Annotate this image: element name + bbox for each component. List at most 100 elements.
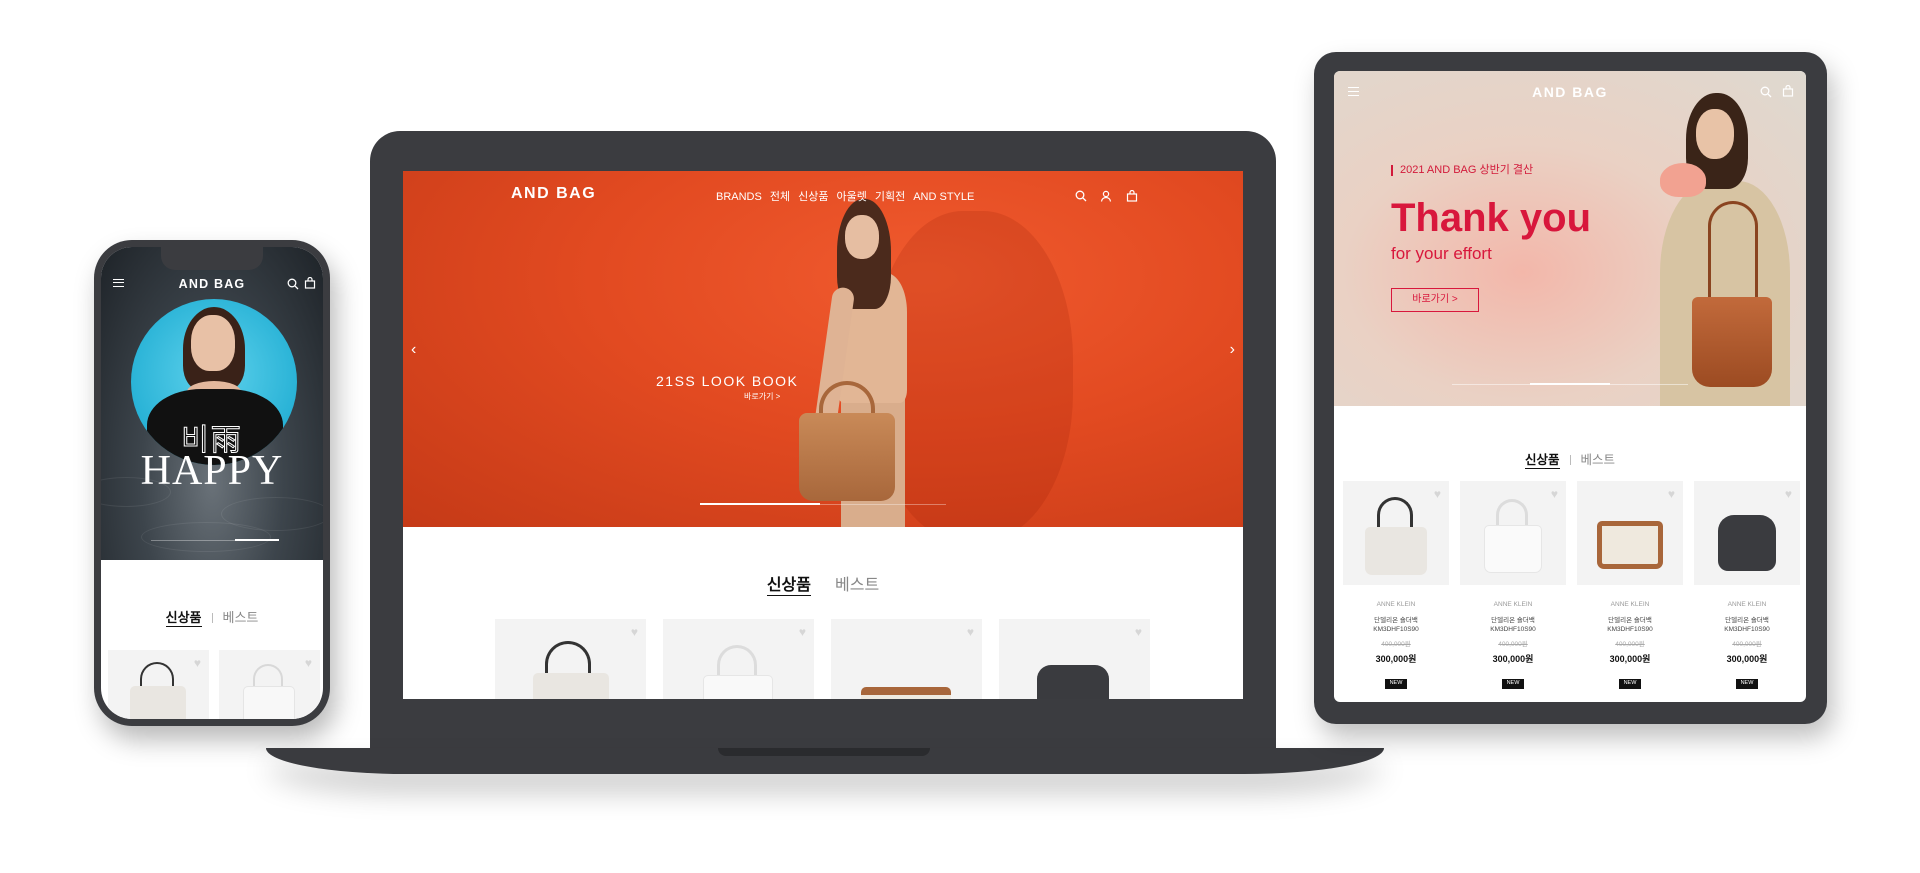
tab-divider bbox=[211, 613, 213, 623]
phone-slide-indicator-active bbox=[235, 539, 279, 541]
product-original-price: 400,000원 bbox=[1732, 641, 1762, 649]
product-image[interactable]: ♥ bbox=[1343, 481, 1449, 585]
product-code: KM3DHF10S90 bbox=[1607, 625, 1653, 633]
prev-slide-arrow[interactable]: ‹ bbox=[411, 341, 416, 359]
main-nav: BRANDS 전체 신상품 아울렛 기획전 AND STYLE bbox=[716, 188, 982, 204]
tablet-hero-banner[interactable]: 2021 AND BAG 상반기 결산 Thank you for your e… bbox=[1334, 71, 1806, 406]
product-card[interactable]: ♥ ANNE KLEIN 단델리온 숄더백 KM3DHF10S90 400,00… bbox=[1694, 481, 1800, 689]
product-card[interactable]: ♥ bbox=[999, 619, 1150, 699]
product-price: 300,000원 bbox=[1726, 654, 1768, 665]
product-card[interactable]: ♥ ANNE KLEIN 단델리온 숄더백 KM3DHF10S90 400,00… bbox=[1577, 481, 1683, 689]
flower bbox=[1660, 163, 1706, 197]
hero-model-image bbox=[1620, 91, 1806, 406]
phone-notch bbox=[161, 247, 263, 270]
tab-best[interactable]: 베스트 bbox=[835, 577, 879, 594]
heart-icon[interactable]: ♥ bbox=[967, 625, 974, 639]
bag-image bbox=[1718, 515, 1776, 571]
tablet-mockup: 2021 AND BAG 상반기 결산 Thank you for your e… bbox=[1314, 52, 1827, 724]
laptop-product-tabs: 신상품 베스트 bbox=[403, 571, 1243, 596]
shopping-bag-icon[interactable] bbox=[1782, 85, 1794, 97]
product-brand: ANNE KLEIN bbox=[1493, 601, 1533, 608]
tab-new-products[interactable]: 신상품 bbox=[1524, 453, 1560, 469]
laptop-hero-banner[interactable]: ‹ › 21SS LOOK BOOK 바로가기 > bbox=[403, 171, 1243, 527]
tab-best[interactable]: 베스트 bbox=[1581, 453, 1616, 467]
product-name[interactable]: 단델리온 숄더백 bbox=[1460, 617, 1566, 626]
product-info: ANNE KLEIN 단델리온 숄더백 KM3DHF10S90 400,000원… bbox=[1577, 601, 1683, 689]
heart-icon[interactable]: ♥ bbox=[194, 656, 201, 670]
nav-item-special[interactable]: 기획전 bbox=[875, 191, 905, 203]
product-original-price: 400,000원 bbox=[1498, 641, 1528, 649]
tablet-screen: 2021 AND BAG 상반기 결산 Thank you for your e… bbox=[1334, 71, 1806, 702]
product-original-price: 400,000원 bbox=[1615, 641, 1645, 649]
product-card[interactable]: ♥ bbox=[219, 650, 320, 719]
product-brand: ANNE KLEIN bbox=[1610, 601, 1650, 608]
product-card[interactable]: ♥ bbox=[663, 619, 814, 699]
water-ripple bbox=[141, 522, 271, 552]
next-slide-arrow[interactable]: › bbox=[1230, 341, 1235, 359]
nav-item-new[interactable]: 신상품 bbox=[798, 191, 828, 203]
product-name[interactable]: 단델리온 숄더백 bbox=[1577, 617, 1683, 626]
product-original-price: 400,000원 bbox=[1381, 641, 1411, 649]
search-icon[interactable] bbox=[1760, 86, 1772, 98]
nav-item-and-style[interactable]: AND STYLE bbox=[913, 191, 974, 203]
laptop-header: AND BAG BRANDS 전체 신상품 아울렛 기획전 AND STYLE bbox=[403, 171, 1243, 219]
slide-indicator[interactable] bbox=[1452, 383, 1688, 385]
slide-indicator[interactable] bbox=[700, 503, 946, 505]
nav-item-all[interactable]: 전체 bbox=[770, 191, 790, 203]
shopping-bag-icon[interactable] bbox=[1126, 189, 1138, 202]
search-icon[interactable] bbox=[1075, 190, 1087, 202]
product-card[interactable]: ♥ ANNE KLEIN 단델리온 숄더백 KM3DHF10S90 400,00… bbox=[1343, 481, 1449, 689]
heart-icon[interactable]: ♥ bbox=[305, 656, 312, 670]
laptop-logo[interactable]: AND BAG bbox=[511, 185, 596, 203]
heart-icon[interactable]: ♥ bbox=[1135, 625, 1142, 639]
hero-title: 21SS LOOK BOOK bbox=[656, 373, 799, 389]
nav-item-outlet[interactable]: 아울렛 bbox=[836, 191, 866, 203]
product-card[interactable]: ♥ bbox=[831, 619, 982, 699]
new-badge: NEW bbox=[1384, 679, 1408, 689]
tab-new-products[interactable]: 신상품 bbox=[766, 577, 811, 596]
product-image[interactable]: ♥ bbox=[1694, 481, 1800, 585]
tab-new-products[interactable]: 신상품 bbox=[165, 610, 202, 627]
product-code: KM3DHF10S90 bbox=[1724, 625, 1770, 633]
user-icon[interactable] bbox=[1100, 190, 1112, 202]
phone-screen: 비雨 HAPPY AND BAG 신상품 베스트 ♥ ♥ bbox=[101, 247, 323, 719]
heart-icon[interactable]: ♥ bbox=[1785, 487, 1792, 501]
bag-image bbox=[533, 673, 609, 699]
heart-icon[interactable]: ♥ bbox=[631, 625, 638, 639]
search-icon[interactable] bbox=[287, 278, 299, 290]
new-badge: NEW bbox=[1501, 679, 1525, 689]
product-name[interactable]: 단델리온 숄더백 bbox=[1343, 617, 1449, 626]
product-info: ANNE KLEIN 단델리온 숄더백 KM3DHF10S90 400,000원… bbox=[1460, 601, 1566, 689]
shopping-bag-icon[interactable] bbox=[304, 277, 316, 289]
heart-icon[interactable]: ♥ bbox=[1551, 487, 1558, 501]
slide-indicator-active bbox=[1530, 383, 1610, 385]
product-image[interactable]: ♥ bbox=[1460, 481, 1566, 585]
tablet-logo[interactable]: AND BAG bbox=[1334, 84, 1806, 100]
product-card[interactable]: ♥ ANNE KLEIN 단델리온 숄더백 KM3DHF10S90 400,00… bbox=[1460, 481, 1566, 689]
bag-image bbox=[861, 687, 951, 699]
bag-image bbox=[130, 686, 186, 719]
phone-slide-indicator[interactable] bbox=[151, 539, 279, 541]
hero-shortcut-button[interactable]: 바로가기 > bbox=[1391, 288, 1479, 312]
heart-icon[interactable]: ♥ bbox=[1434, 487, 1441, 501]
tab-best[interactable]: 베스트 bbox=[223, 610, 259, 625]
product-image[interactable]: ♥ bbox=[1577, 481, 1683, 585]
laptop-screen: ‹ › 21SS LOOK BOOK 바로가기 > AND BAG BRANDS… bbox=[403, 171, 1243, 699]
bag-image bbox=[1597, 521, 1663, 569]
tablet-header: AND BAG bbox=[1334, 71, 1806, 111]
tablet-product-tabs: 신상품 베스트 bbox=[1334, 449, 1806, 469]
heart-icon[interactable]: ♥ bbox=[799, 625, 806, 639]
phone-header: AND BAG bbox=[101, 273, 323, 297]
nav-item-brands[interactable]: BRANDS bbox=[716, 191, 762, 203]
shoulder-bag bbox=[1692, 297, 1772, 387]
header-icons bbox=[1075, 187, 1147, 205]
new-badge: NEW bbox=[1618, 679, 1642, 689]
hero-model-image bbox=[785, 197, 945, 527]
product-card[interactable]: ♥ bbox=[495, 619, 646, 699]
product-info: ANNE KLEIN 단델리온 숄더백 KM3DHF10S90 400,000원… bbox=[1343, 601, 1449, 689]
product-name[interactable]: 단델리온 숄더백 bbox=[1694, 617, 1800, 626]
product-code: KM3DHF10S90 bbox=[1490, 625, 1536, 633]
heart-icon[interactable]: ♥ bbox=[1668, 487, 1675, 501]
product-card[interactable]: ♥ bbox=[108, 650, 209, 719]
hero-link[interactable]: 바로가기 > bbox=[744, 391, 780, 402]
